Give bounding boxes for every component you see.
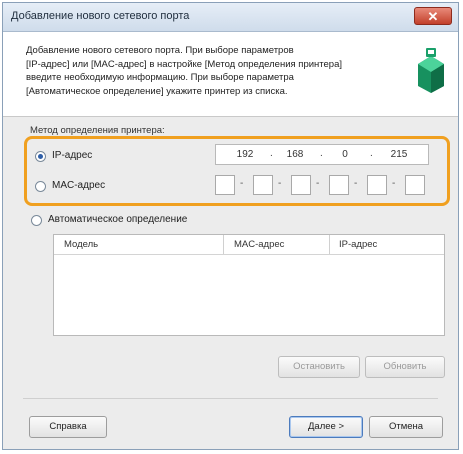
network-port-icon	[418, 48, 444, 93]
window-title: Добавление нового сетевого порта	[11, 10, 190, 22]
printer-list[interactable]: Модель MAC-адрес IP-адрес	[53, 234, 445, 336]
help-button[interactable]: Справка	[29, 416, 107, 438]
column-divider[interactable]	[223, 235, 224, 254]
printer-list-header: Модель MAC-адрес IP-адрес	[54, 235, 444, 255]
column-header-mac[interactable]: MAC-адрес	[234, 239, 284, 250]
highlight-frame	[24, 136, 450, 206]
auto-detect-radio[interactable]	[31, 215, 42, 226]
separator-line	[23, 398, 438, 399]
description-line: [IP-адрес] или [MAC-адрес] в настройке […	[26, 58, 343, 70]
description-line: [Автоматическое определение] укажите при…	[26, 85, 288, 97]
description-line: Добавление нового сетевого порта. При вы…	[26, 45, 294, 56]
header-panel: Добавление нового сетевого порта. При вы…	[3, 32, 458, 117]
title-bar: Добавление нового сетевого порта ✕	[3, 3, 458, 32]
add-network-port-dialog: Добавление нового сетевого порта ✕ Добав…	[2, 2, 459, 450]
stop-button[interactable]: Остановить	[278, 356, 360, 378]
close-icon: ✕	[427, 9, 439, 24]
detection-method-label: Метод определения принтера:	[30, 125, 165, 136]
description-line: введите необходимую информацию. При выбо…	[26, 72, 294, 83]
close-button[interactable]: ✕	[414, 7, 452, 25]
column-header-ip[interactable]: IP-адрес	[339, 239, 377, 250]
refresh-button[interactable]: Обновить	[365, 356, 445, 378]
column-header-model[interactable]: Модель	[64, 239, 98, 250]
column-divider[interactable]	[329, 235, 330, 254]
cancel-button[interactable]: Отмена	[369, 416, 443, 438]
auto-detect-label: Автоматическое определение	[48, 214, 188, 225]
next-button[interactable]: Далее >	[289, 416, 363, 438]
description-text: Добавление нового сетевого порта. При вы…	[26, 44, 396, 98]
